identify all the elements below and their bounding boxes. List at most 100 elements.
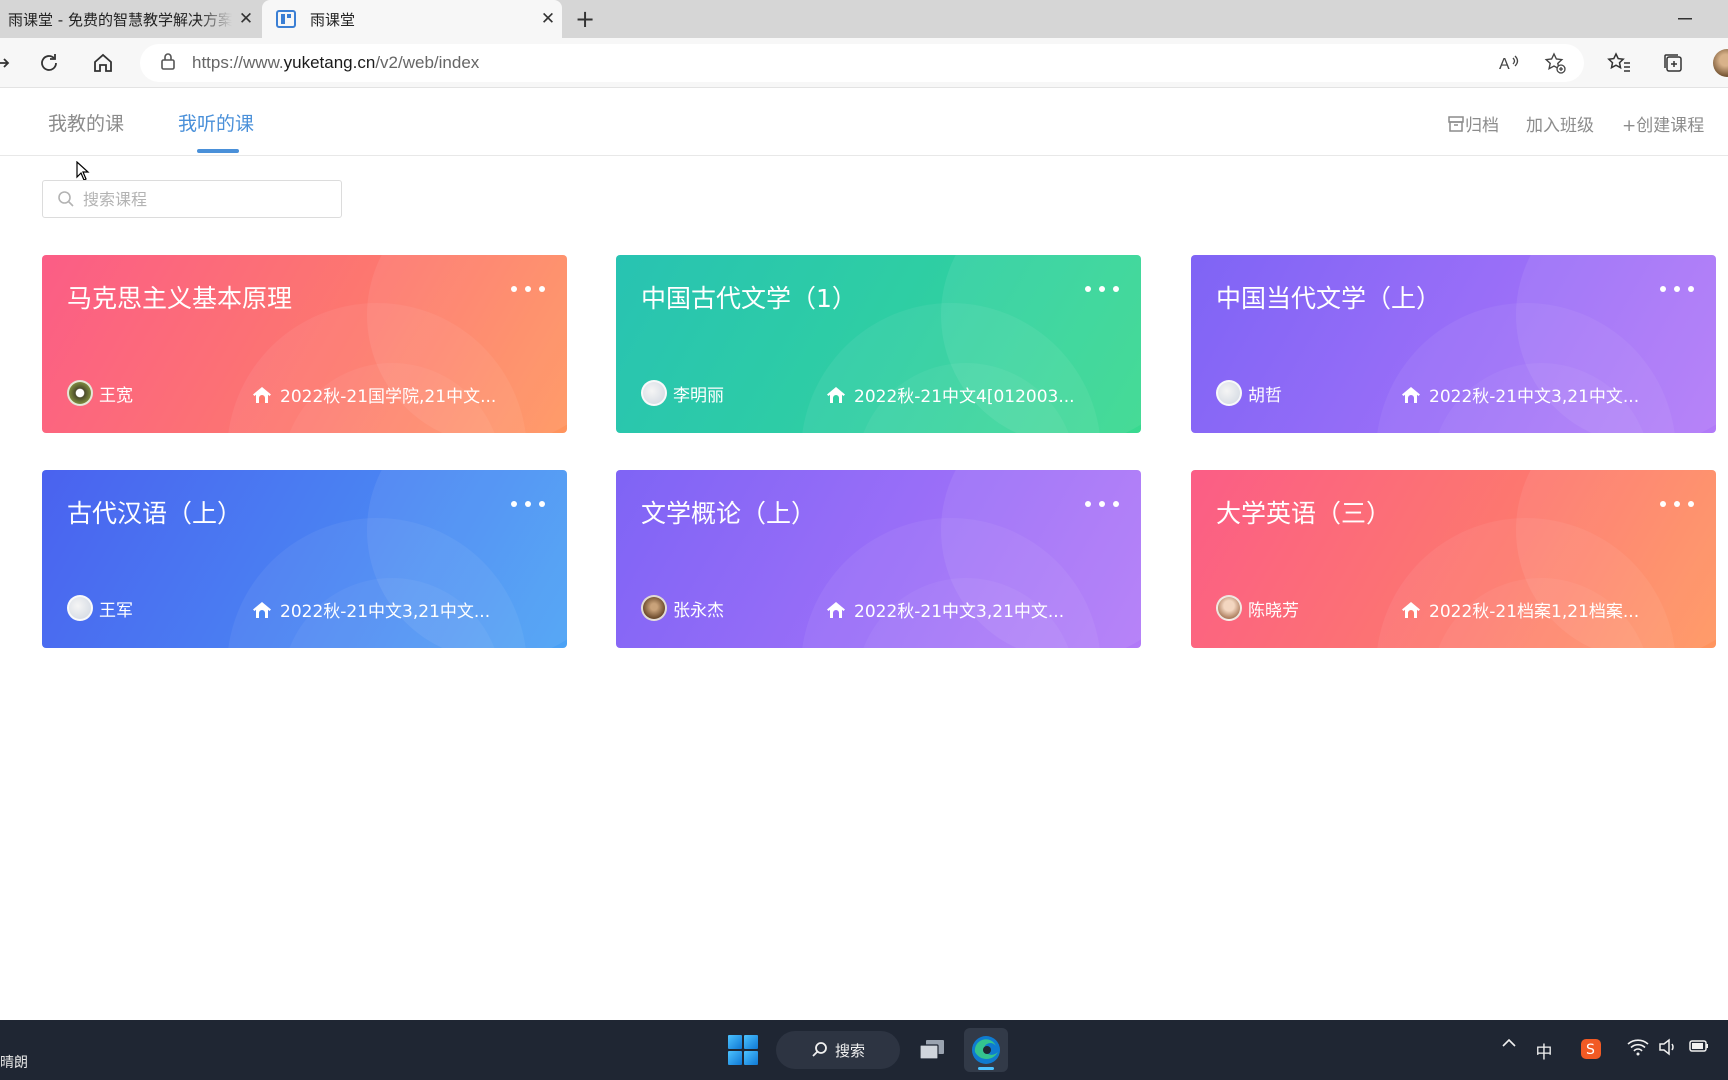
teacher-name: 陈晓芳 [1248,600,1299,621]
teacher-avatar [1216,380,1242,406]
show-hidden-icons-icon[interactable] [1498,1038,1520,1048]
browser-tab-title: 雨课堂 - 免费的智慧教学解决方案 [8,10,232,29]
course-title: 马克思主义基本原理 [67,284,293,313]
active-tab-indicator [197,149,239,153]
new-tab-icon[interactable]: + [570,4,600,34]
ime-indicator[interactable]: 中 [1532,1038,1556,1063]
forward-icon[interactable] [0,48,18,78]
course-title: 文学概论（上） [641,499,817,528]
add-favorite-icon[interactable] [1542,50,1568,76]
windows-start-icon[interactable] [728,1035,758,1065]
course-nav: 我教的课 我听的课 归档 加入班级 +创建课程 [0,89,1728,156]
lock-icon[interactable] [160,52,176,74]
more-options-icon[interactable] [1660,279,1694,299]
teacher-name: 王军 [99,600,133,621]
teacher-avatar [1216,595,1242,621]
course-card[interactable]: 马克思主义基本原理 王宽 2022秋-21国学院,21中文... [42,255,567,433]
course-class: 2022秋-21中文3,21中文... [252,597,490,622]
browser-tab-1[interactable]: 雨课堂 - 免费的智慧教学解决方案 ✕ [0,0,260,38]
mouse-cursor-icon [76,161,90,181]
archive-button[interactable]: 归档 [1447,111,1499,136]
weather-widget[interactable]: 晴朗 [0,1052,28,1072]
tab-teaching-courses[interactable]: 我教的课 [48,109,124,136]
course-card[interactable]: 古代汉语（上） 王军 2022秋-21中文3,21中文... [42,470,567,648]
course-class: 2022秋-21档案1,21档案... [1401,597,1639,622]
volume-icon[interactable] [1656,1038,1680,1056]
class-home-icon [1402,601,1420,618]
refresh-icon[interactable] [34,48,64,78]
course-teacher: 胡哲 [1216,380,1282,406]
browser-tab-title: 雨课堂 [310,10,356,29]
minimize-window-icon[interactable] [1672,6,1698,32]
more-options-icon[interactable] [1660,494,1694,514]
course-class: 2022秋-21中文3,21中文... [826,597,1064,622]
url-domain: yuketang.cn [283,53,376,72]
svg-text:A: A [1499,56,1510,73]
class-name: 2022秋-21中文3,21中文... [854,602,1065,622]
course-card[interactable]: 中国当代文学（上） 胡哲 2022秋-21中文3,21中文... [1191,255,1716,433]
course-card[interactable]: 文学概论（上） 张永杰 2022秋-21中文3,21中文... [616,470,1141,648]
url-path: /v2/web/index [375,53,480,72]
course-teacher: 王宽 [67,380,133,406]
more-options-icon[interactable] [511,494,545,514]
teacher-name: 王宽 [99,385,133,406]
teacher-name: 李明丽 [673,385,724,406]
more-options-icon[interactable] [1085,279,1119,299]
class-home-icon [253,601,271,618]
class-name: 2022秋-21中文4[012003... [854,387,1075,407]
course-card[interactable]: 大学英语（三） 陈晓芳 2022秋-21档案1,21档案... [1191,470,1716,648]
create-course-button[interactable]: +创建课程 [1622,111,1704,136]
sogou-ime-icon[interactable]: S [1578,1038,1604,1060]
edge-browser-icon[interactable] [964,1028,1008,1072]
archive-icon [1448,115,1464,132]
browser-tab-2[interactable]: 雨课堂 ✕ [262,0,562,38]
search-icon [58,191,74,207]
course-title: 中国当代文学（上） [1216,284,1442,313]
course-title: 大学英语（三） [1216,499,1392,528]
course-class: 2022秋-21国学院,21中文... [252,382,496,407]
course-title: 古代汉语（上） [67,499,243,528]
favorites-icon[interactable] [1604,48,1634,78]
home-icon[interactable] [88,48,118,78]
close-tab-icon[interactable]: ✕ [534,9,562,29]
wifi-icon[interactable] [1626,1038,1650,1056]
address-bar[interactable]: https://www.yuketang.cn/v2/web/index A [140,44,1584,82]
url-text[interactable]: https://www.yuketang.cn/v2/web/index [192,53,479,73]
teacher-name: 张永杰 [673,600,724,621]
svg-text:S: S [1586,1042,1595,1058]
browser-toolbar: https://www.yuketang.cn/v2/web/index A [0,38,1728,88]
profile-avatar-icon[interactable] [1712,48,1728,78]
battery-icon[interactable] [1686,1038,1712,1054]
teacher-avatar [641,380,667,406]
class-name: 2022秋-21档案1,21档案... [1429,602,1640,622]
more-options-icon[interactable] [1085,494,1119,514]
course-class: 2022秋-21中文4[012003... [826,382,1075,407]
class-name: 2022秋-21中文3,21中文... [280,602,491,622]
teacher-avatar [67,380,93,406]
close-tab-icon[interactable]: ✕ [232,9,260,29]
teacher-avatar [67,595,93,621]
class-home-icon [1402,386,1420,403]
course-search[interactable] [42,180,342,218]
yuketang-favicon-icon [276,9,296,29]
active-app-indicator [978,1067,994,1070]
course-card[interactable]: 中国古代文学（1） 李明丽 2022秋-21中文4[012003... [616,255,1141,433]
teacher-avatar [641,595,667,621]
collections-icon[interactable] [1658,48,1688,78]
more-options-icon[interactable] [511,279,545,299]
search-input[interactable] [83,189,323,209]
class-name: 2022秋-21中文3,21中文... [1429,387,1640,407]
task-view-icon[interactable] [910,1028,954,1072]
browser-tab-bar: 雨课堂 - 免费的智慧教学解决方案 ✕ 雨课堂 ✕ + [0,0,1728,38]
read-aloud-icon[interactable]: A [1496,50,1522,76]
taskbar-search-button[interactable]: 搜索 [776,1031,900,1069]
windows-taskbar: 晴朗 搜索 中 S [0,1020,1728,1080]
taskbar-search-label: 搜索 [834,1041,865,1060]
join-class-button[interactable]: 加入班级 [1526,111,1594,136]
search-icon [812,1042,827,1057]
archive-label: 归档 [1465,116,1499,136]
course-teacher: 张永杰 [641,595,724,621]
tab-attending-courses[interactable]: 我听的课 [178,109,254,136]
class-home-icon [827,386,845,403]
course-title: 中国古代文学（1） [641,284,857,313]
